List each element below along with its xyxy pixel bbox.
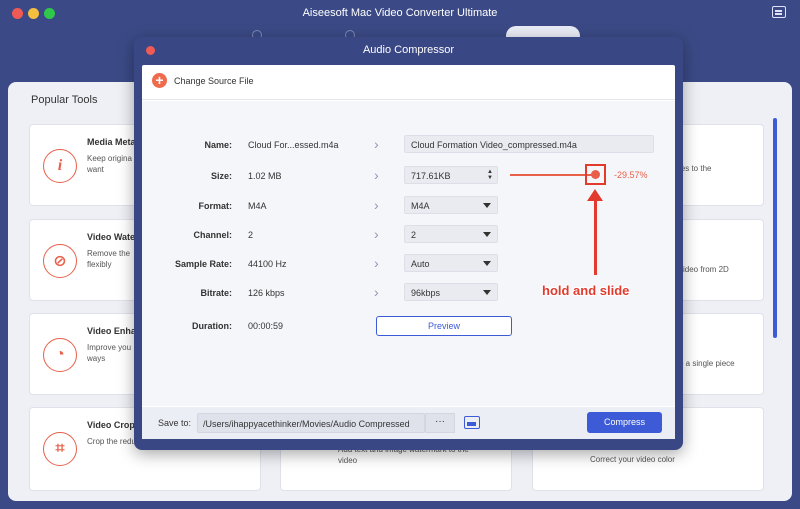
size-reduction-percent: -29.57% <box>614 170 648 180</box>
tool-name: Media Meta <box>87 137 136 147</box>
save-to-label: Save to: <box>158 418 192 428</box>
duration-value: 00:00:59 <box>248 321 284 331</box>
open-folder-icon[interactable] <box>464 416 480 429</box>
change-source-file-button[interactable]: + Change Source File <box>152 73 254 88</box>
compressor-form: Name: Cloud For...essed.m4a › Cloud Form… <box>142 101 675 406</box>
window-zoom-button[interactable] <box>44 8 55 19</box>
sample-rate-source-value: 44100 Hz <box>248 259 287 269</box>
window-close-button[interactable] <box>12 8 23 19</box>
chevron-right-icon: › <box>374 226 379 242</box>
chevron-down-icon <box>483 232 491 237</box>
tool-desc-line: want <box>87 165 104 174</box>
name-label: Name: <box>204 140 232 150</box>
tool-desc-line: Improve you <box>87 343 132 352</box>
chevron-right-icon: › <box>374 255 379 271</box>
chevron-down-icon <box>483 261 491 266</box>
app-titlebar: Aiseesoft Mac Video Converter Ultimate <box>0 0 800 26</box>
change-source-label: Change Source File <box>174 75 254 86</box>
feedback-chat-icon[interactable] <box>772 6 786 18</box>
tool-desc-line: video <box>338 456 358 465</box>
size-source-value: 1.02 MB <box>248 171 282 181</box>
dialog-body: + Change Source File Name: Cloud For...e… <box>142 65 675 439</box>
tool-desc: o a single piece <box>679 359 735 368</box>
app-title: Aiseesoft Mac Video Converter Ultimate <box>302 7 498 19</box>
palette-icon: ◔ <box>43 338 77 372</box>
sample-rate-label: Sample Rate: <box>174 259 232 269</box>
stepper-arrows-icon[interactable]: ▲ ▼ <box>487 169 493 181</box>
format-selected: M4A <box>411 201 430 211</box>
save-bar: Save to: /Users/ihappyacethinker/Movies/… <box>142 407 675 439</box>
chevron-down-icon <box>483 290 491 295</box>
channel-label: Channel: <box>193 230 232 240</box>
tool-name: Video Enha <box>87 326 136 336</box>
bitrate-selected: 96kbps <box>411 288 441 298</box>
save-path-field[interactable]: /Users/ihappyacethinker/Movies/Audio Com… <box>197 413 425 433</box>
name-source-value: Cloud For...essed.m4a <box>248 140 339 150</box>
crop-icon: ⌗ <box>43 432 77 466</box>
popular-tools-title: Popular Tools <box>31 94 98 106</box>
channel-source-value: 2 <box>248 230 254 240</box>
annotation-arrow-shaft <box>594 199 597 275</box>
dialog-titlebar: Audio Compressor <box>134 37 683 63</box>
bitrate-select[interactable]: 96kbps <box>404 283 498 301</box>
annotation-highlight-box <box>585 164 606 185</box>
annotation-hold-and-slide: hold and slide <box>542 283 630 298</box>
size-label: Size: <box>210 171 232 181</box>
audio-compressor-dialog: Audio Compressor + Change Source File Na… <box>134 37 683 450</box>
output-name-field[interactable]: Cloud Formation Video_compressed.m4a <box>404 135 654 153</box>
tool-desc-line: Keep origina <box>87 154 132 163</box>
compress-button[interactable]: Compress <box>587 412 662 433</box>
plus-icon: + <box>152 73 167 88</box>
tool-desc-line: flexibly <box>87 260 112 269</box>
bitrate-label: Bitrate: <box>200 288 232 298</box>
browse-path-button[interactable]: ··· <box>425 413 455 433</box>
tool-name: Video Wate <box>87 232 136 242</box>
tool-desc: les to the d <box>679 163 711 185</box>
dialog-title: Audio Compressor <box>362 44 455 56</box>
chevron-right-icon: › <box>374 136 379 152</box>
tool-desc-line: Remove the <box>87 249 131 258</box>
tool-desc-line: ways <box>87 354 106 363</box>
chevron-down-icon <box>483 203 491 208</box>
tool-desc: Improve you ways <box>87 342 131 364</box>
vertical-scrollbar[interactable] <box>773 118 777 338</box>
chevron-right-icon: › <box>374 197 379 213</box>
chevron-right-icon: › <box>374 167 379 183</box>
tool-desc: Remove the flexibly <box>87 248 130 270</box>
sample-rate-select[interactable]: Auto <box>404 254 498 272</box>
format-source-value: M4A <box>248 201 267 211</box>
info-icon: i <box>43 149 77 183</box>
bitrate-source-value: 126 kbps <box>248 288 285 298</box>
sample-rate-selected: Auto <box>411 259 430 269</box>
tool-desc-line: d <box>679 174 711 185</box>
output-size-value: 717.61KB <box>411 171 451 181</box>
format-label: Format: <box>198 201 233 211</box>
channel-select[interactable]: 2 <box>404 225 498 243</box>
chevron-right-icon: › <box>374 284 379 300</box>
format-select[interactable]: M4A <box>404 196 498 214</box>
duration-label: Duration: <box>192 321 232 331</box>
channel-selected: 2 <box>411 230 417 240</box>
divider <box>142 99 675 100</box>
no-watermark-icon: ⊘ <box>43 244 77 278</box>
tool-desc: video from 2D <box>679 265 729 274</box>
dialog-close-button[interactable] <box>146 46 155 55</box>
tool-desc-line: les to the <box>679 164 712 173</box>
tool-desc: Correct your video color <box>590 455 675 464</box>
tool-name: Video Crop <box>87 420 135 430</box>
tool-desc: Keep origina want <box>87 153 132 175</box>
window-minimize-button[interactable] <box>28 8 39 19</box>
preview-button[interactable]: Preview <box>376 316 512 336</box>
output-size-stepper[interactable]: 717.61KB ▲ ▼ <box>404 166 498 184</box>
